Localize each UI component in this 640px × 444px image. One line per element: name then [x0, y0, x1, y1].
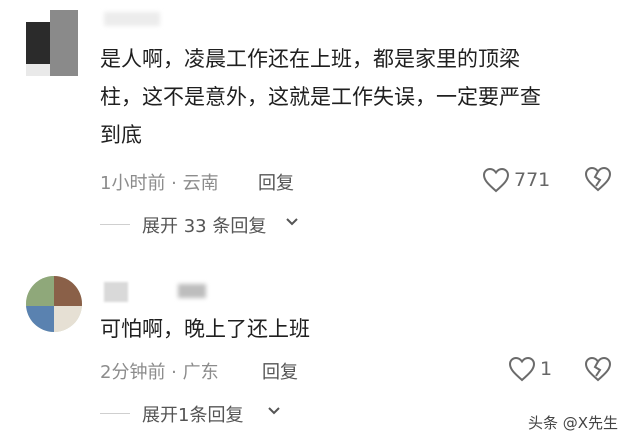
username-blurred[interactable]: [104, 12, 160, 26]
avatar[interactable]: [26, 276, 82, 332]
comment-text: 是人啊，凌晨工作还在上班，都是家里的顶梁 柱，这不是意外，这就是工作失误，一定要…: [100, 40, 620, 154]
broken-heart-icon[interactable]: [584, 356, 612, 382]
reply-button[interactable]: 回复: [262, 358, 298, 384]
reply-button[interactable]: 回复: [258, 169, 294, 195]
divider: [100, 413, 130, 414]
comment-time-location: 2分钟前 · 广东: [100, 362, 219, 383]
heart-icon[interactable]: [508, 356, 536, 382]
comment-line: 是人啊，凌晨工作还在上班，都是家里的顶梁: [100, 47, 520, 71]
expand-replies-button[interactable]: 展开 33 条回复: [142, 212, 266, 238]
comment-time-location: 1小时前 · 云南: [100, 173, 219, 194]
expand-replies-button[interactable]: 展开1条回复: [142, 401, 243, 427]
divider: [100, 224, 130, 225]
chevron-down-icon[interactable]: [285, 215, 299, 229]
chevron-down-icon[interactable]: [267, 404, 281, 418]
broken-heart-icon[interactable]: [584, 166, 612, 192]
comment-line: 可怕啊，晚上了还上班: [100, 317, 310, 341]
comment-line: 到底: [100, 123, 142, 147]
like-count: 1: [540, 358, 553, 380]
comment-text: 可怕啊，晚上了还上班: [100, 310, 620, 348]
heart-icon[interactable]: [482, 167, 510, 193]
comment-line: 柱，这不是意外，这就是工作失误，一定要严查: [100, 85, 541, 109]
username-blurred[interactable]: [178, 284, 206, 298]
like-count: 771: [514, 169, 551, 191]
avatar[interactable]: [26, 10, 78, 76]
watermark: 头条 @X先生: [528, 414, 619, 432]
username-blurred[interactable]: [104, 282, 128, 302]
